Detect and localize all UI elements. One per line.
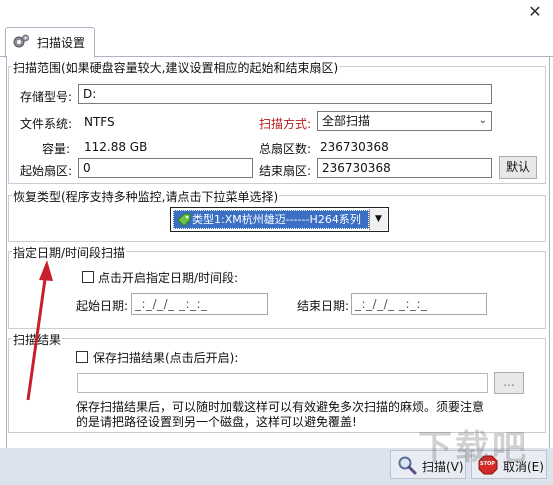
- annotation-arrow: [26, 260, 53, 401]
- magnifier-icon: [398, 456, 417, 475]
- filesystem-label: 文件系统:: [20, 117, 73, 131]
- title-bar: [0, 0, 553, 26]
- time-scan-group: [8, 251, 546, 329]
- end-sector-field[interactable]: 236730368: [317, 158, 492, 178]
- save-path-field[interactable]: [77, 373, 488, 393]
- chevron-down-icon: ⌄: [478, 115, 487, 126]
- recovery-type-select[interactable]: 类型1:XM杭州雄迈------H264系列 ▼: [170, 207, 389, 232]
- default-button[interactable]: 默认: [499, 156, 537, 179]
- device-field[interactable]: D:: [78, 84, 492, 104]
- filesystem-value: NTFS: [84, 115, 115, 129]
- close-icon[interactable]: ✕: [525, 2, 545, 22]
- time-scan-checkbox[interactable]: [82, 271, 94, 283]
- watermark: 下载吧: [418, 428, 529, 468]
- tab-scan-settings[interactable]: 扫描设置: [5, 27, 95, 58]
- browse-button[interactable]: ...: [494, 372, 524, 394]
- end-date-field[interactable]: _:_/_/_ _:_:_: [351, 293, 487, 315]
- gear-icon: [13, 34, 29, 48]
- capacity-label: 容量:: [42, 142, 71, 156]
- scan-method-value: 全部扫描: [322, 114, 371, 128]
- start-sector-field[interactable]: 0: [78, 158, 253, 178]
- recovery-type-value: 类型1:XM杭州雄迈------H264系列: [192, 213, 361, 226]
- capacity-value: 112.88 GB: [84, 140, 148, 154]
- total-sectors-label: 总扇区数:: [259, 142, 312, 156]
- save-result-checkbox-label: 保存扫描结果(点击后开启):: [93, 351, 239, 365]
- dropdown-arrow-icon[interactable]: ▼: [369, 209, 387, 230]
- save-result-checkbox[interactable]: [76, 351, 88, 363]
- save-note-line2: 的是请把路径设置到另一个磁盘，这样可以避免覆盖!: [76, 415, 357, 429]
- time-scan-checkbox-label: 点击开启指定日期/时间段:: [98, 271, 239, 285]
- total-sectors-value: 236730368: [320, 140, 389, 154]
- device-label: 存储型号:: [20, 90, 73, 104]
- tab-label: 扫描设置: [37, 36, 86, 50]
- scan-range-title: 扫描范围(如果硬盘容量较大,建议设置相应的起始和结束扇区): [12, 59, 340, 76]
- recovery-type-title: 恢复类型(程序支持多种监控,请点击下拉菜单选择): [12, 188, 280, 205]
- start-sector-label: 起始扇区:: [20, 164, 73, 178]
- start-date-label: 起始日期:: [76, 299, 129, 313]
- start-date-field[interactable]: _:_/_/_ _:_:_: [131, 293, 268, 315]
- scan-method-label: 扫描方式:: [259, 117, 312, 131]
- tag-icon: [177, 213, 191, 227]
- end-date-label: 结束日期:: [297, 299, 350, 313]
- scan-method-select[interactable]: 全部扫描 ⌄: [317, 111, 492, 131]
- end-sector-label: 结束扇区:: [259, 164, 312, 178]
